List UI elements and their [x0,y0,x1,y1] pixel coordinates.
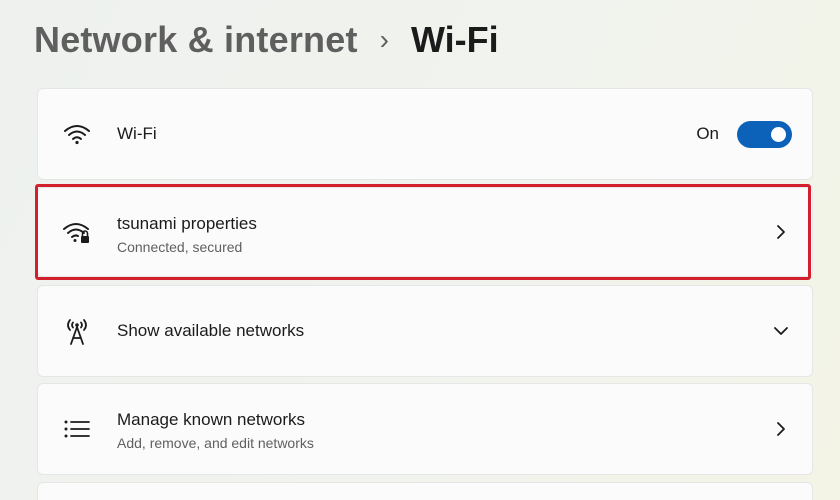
next-settings-row[interactable] [37,482,813,500]
breadcrumb-network-internet[interactable]: Network & internet [34,19,358,61]
wifi-toggle-state: On [696,124,719,143]
wifi-secured-icon [62,217,92,247]
wifi-label: Wi-Fi [117,124,157,143]
breadcrumb-separator: › [379,24,389,55]
network-status: Connected, secured [117,239,243,255]
breadcrumb: Network & internet › Wi-Fi [34,14,499,66]
connected-network-row[interactable]: tsunami properties Connected, secured [37,187,813,277]
chevron-right-icon [772,223,790,241]
show-available-networks-row[interactable]: Show available networks [37,285,813,377]
list-icon [62,414,92,444]
toggle-knob [771,126,786,142]
chevron-down-icon[interactable] [772,322,790,340]
manage-known-networks-row[interactable]: Manage known networks Add, remove, and e… [37,383,813,475]
wifi-toggle-row[interactable]: Wi-Fi On [37,88,813,180]
page-title: Wi-Fi [410,19,499,60]
network-name: tsunami properties [117,214,257,233]
wifi-icon [62,119,92,149]
known-networks-description: Add, remove, and edit networks [117,435,314,451]
available-networks-label: Show available networks [117,321,305,340]
wifi-toggle-switch[interactable] [737,120,792,148]
known-networks-label: Manage known networks [117,410,306,429]
antenna-icon [62,316,92,346]
chevron-right-icon [772,420,790,438]
